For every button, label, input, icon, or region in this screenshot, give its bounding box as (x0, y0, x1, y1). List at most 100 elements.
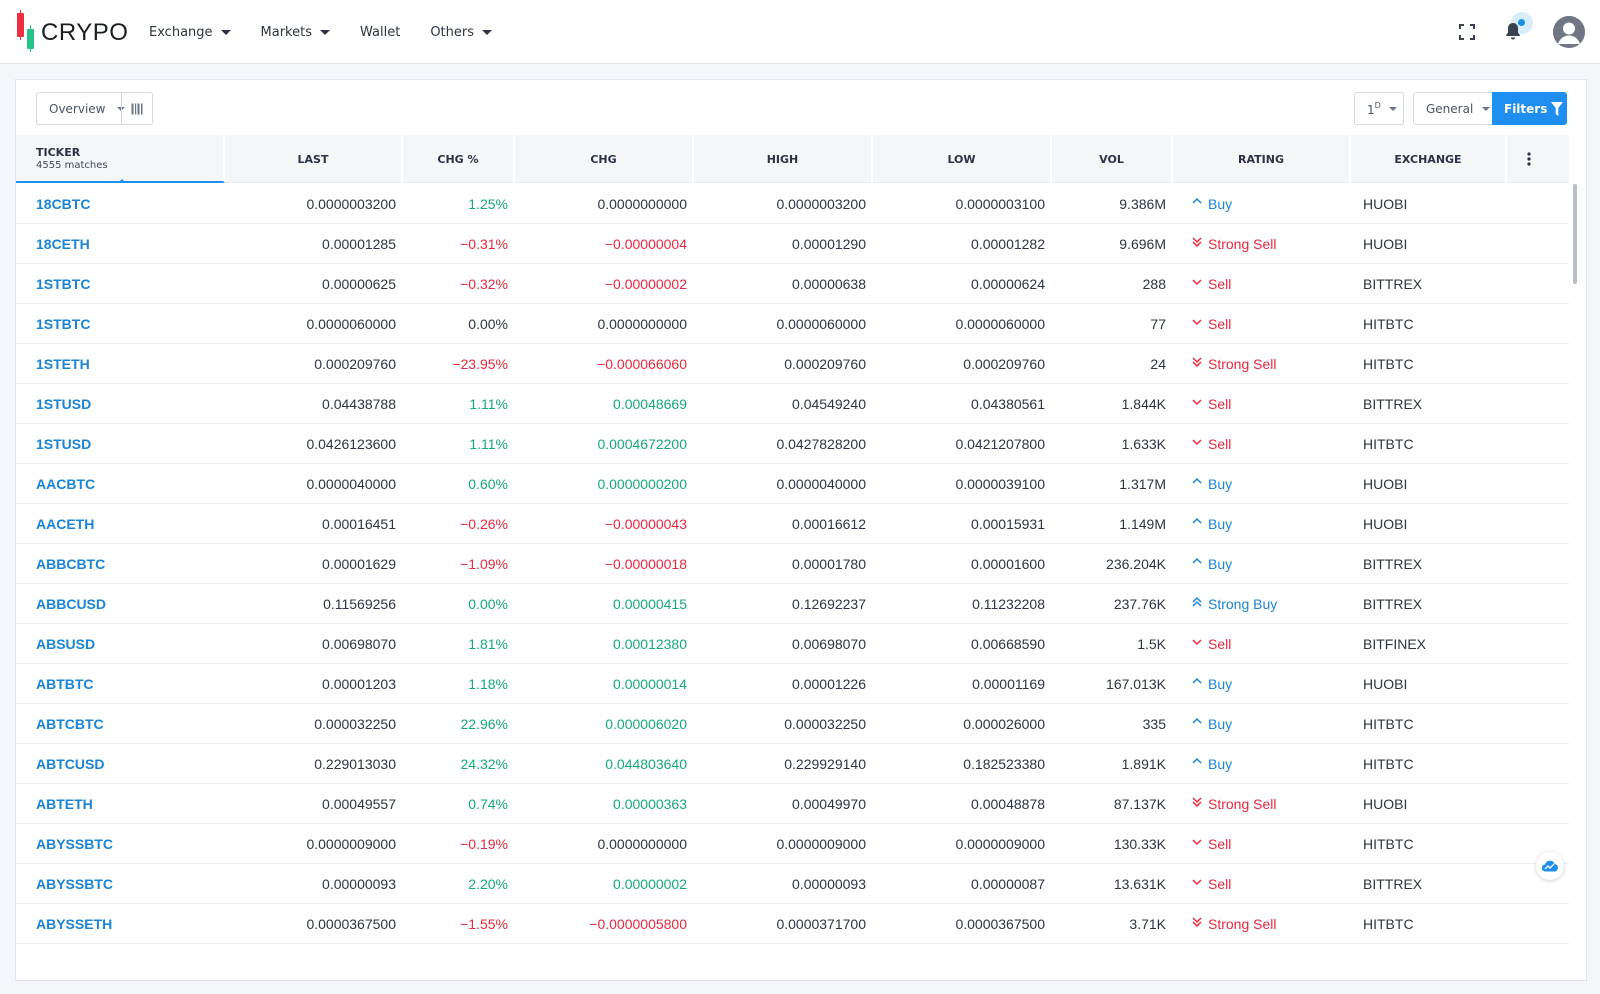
table-row[interactable]: ABYSSBTC 0.00000093 2.20% 0.00000002 0.00000… (16, 864, 1569, 904)
logo[interactable]: CRYPO (16, 10, 128, 52)
rating-label: Buy (1208, 515, 1233, 532)
filters-button[interactable]: Filters (1492, 92, 1567, 125)
cell-high: 0.00000638 (792, 275, 866, 292)
nav-wallet-label: Wallet (360, 24, 401, 40)
ticker-link[interactable]: ABBCBTC (16, 544, 227, 584)
chevron-up-icon (1191, 676, 1203, 691)
ticker-link[interactable]: 1STUSD (16, 424, 227, 464)
cell-last: 0.00001285 (322, 235, 396, 252)
column-header-exchange[interactable]: EXCHANGE (1351, 135, 1507, 183)
column-header-low[interactable]: LOW (873, 135, 1052, 183)
general-label: General (1426, 101, 1474, 116)
ticker-link[interactable]: 1STETH (16, 344, 227, 384)
cell-high: 0.00016612 (792, 515, 866, 532)
table-row[interactable]: 18CETH 0.00001285 −0.31% −0.00000004 0.00001… (16, 224, 1569, 264)
ticker-link[interactable]: ABTCBTC (16, 704, 227, 744)
cell-vol: 1.633K (1121, 435, 1166, 452)
table-row[interactable]: ABSUSD 0.00698070 1.81% 0.00012380 0.0069807… (16, 624, 1569, 664)
rating-label: Strong Buy (1208, 595, 1278, 612)
table-row[interactable]: ABBCBTC 0.00001629 −1.09% −0.00000018 0.0000… (16, 544, 1569, 584)
column-header-high[interactable]: HIGH (694, 135, 873, 183)
overview-dropdown[interactable]: Overview (36, 92, 125, 125)
table-row[interactable]: AACETH 0.00016451 −0.26% −0.00000043 0.00016… (16, 504, 1569, 544)
column-header-rating[interactable]: RATING (1173, 135, 1351, 183)
screener-card: Overview 1D General Filters TICKER 4555 … (15, 79, 1587, 981)
ticker-link[interactable]: 1STBTC (16, 304, 227, 344)
table-scrollbar[interactable] (1573, 184, 1577, 284)
column-header-chg-pct[interactable]: CHG % (403, 135, 515, 183)
cell-exchange: HITBTC (1363, 435, 1414, 452)
ticker-link[interactable]: ABYSSBTC (16, 824, 227, 864)
ticker-link[interactable]: 18CETH (16, 224, 227, 264)
cell-chg: 0.000006020 (605, 715, 687, 732)
nav-markets[interactable]: Markets (261, 25, 330, 40)
column-header-ticker[interactable]: TICKER 4555 matches (16, 135, 225, 183)
cell-vol: 288 (1142, 275, 1166, 292)
avatar[interactable] (1553, 16, 1585, 48)
table-row[interactable]: AACBTC 0.0000040000 0.60% 0.0000000200 0.000… (16, 464, 1569, 504)
cell-vol: 87.137K (1113, 795, 1166, 812)
table-row[interactable]: 1STUSD 0.04438788 1.11% 0.00048669 0.0454924… (16, 384, 1569, 424)
ticker-link[interactable]: 1STUSD (16, 384, 227, 424)
cloud-sync-button[interactable] (1536, 852, 1564, 880)
ticker-link[interactable]: ABSUSD (16, 624, 227, 664)
double-chevron-up-icon (1191, 596, 1203, 611)
cell-exchange: BITFINEX (1363, 635, 1427, 652)
period-dropdown[interactable]: 1D (1354, 92, 1404, 125)
chevron-down-icon (1191, 836, 1203, 851)
ticker-link[interactable]: AACBTC (16, 464, 227, 504)
filter-icon (1551, 101, 1564, 116)
table-row[interactable]: ABTETH 0.00049557 0.74% 0.00000363 0.0004997… (16, 784, 1569, 824)
table-row[interactable]: ABYSSBTC 0.0000009000 −0.19% 0.0000000000 0.… (16, 824, 1569, 864)
cell-chg-pct: 22.96% (460, 715, 508, 732)
nav-exchange[interactable]: Exchange (149, 25, 231, 40)
table-row[interactable]: 1STETH 0.000209760 −23.95% −0.000066060 0.00… (16, 344, 1569, 384)
table-row[interactable]: ABTBTC 0.00001203 1.18% 0.00000014 0.0000122… (16, 664, 1569, 704)
ticker-link[interactable]: 18CBTC (16, 184, 227, 224)
columns-button[interactable] (121, 92, 153, 125)
matches-count: 4555 matches (36, 160, 108, 171)
column-header-chg[interactable]: CHG (515, 135, 694, 183)
cell-last: 0.0000060000 (306, 315, 396, 332)
cell-exchange: HITBTC (1363, 835, 1414, 852)
chevron-down-icon (1191, 876, 1203, 891)
kebab-menu-icon (1527, 152, 1531, 166)
chevron-down-icon (1191, 396, 1203, 411)
table-row[interactable]: ABBCUSD 0.11569256 0.00% 0.00000415 0.126922… (16, 584, 1569, 624)
table-row[interactable]: 1STUSD 0.0426123600 1.11% 0.0004672200 0.042… (16, 424, 1569, 464)
ticker-link[interactable]: ABBCUSD (16, 584, 227, 624)
table-row[interactable]: ABTCBTC 0.000032250 22.96% 0.000006020 0.000… (16, 704, 1569, 744)
table-row[interactable]: ABYSSETH 0.0000367500 −1.55% −0.0000005800 0… (16, 904, 1569, 944)
cell-vol: 130.33K (1113, 835, 1166, 852)
nav-others[interactable]: Others (430, 25, 492, 40)
cell-chg-pct: −0.19% (460, 835, 508, 852)
notifications-button[interactable] (1503, 12, 1533, 46)
table-row[interactable]: ABTCUSD 0.229013030 24.32% 0.044803640 0.229… (16, 744, 1569, 784)
cell-last: 0.0000003200 (306, 195, 396, 212)
ticker-link[interactable]: ABYSSETH (16, 904, 227, 944)
column-menu-button[interactable] (1507, 135, 1551, 183)
table-row[interactable]: 1STBTC 0.00000625 −0.32% −0.00000002 0.00000… (16, 264, 1569, 304)
cell-high: 0.0000060000 (776, 315, 866, 332)
table-row[interactable]: 1STBTC 0.0000060000 0.00% 0.0000000000 0.000… (16, 304, 1569, 344)
ticker-link[interactable]: ABTETH (16, 784, 227, 824)
column-header-last[interactable]: LAST (225, 135, 403, 183)
cell-chg-pct: −0.31% (460, 235, 508, 252)
general-dropdown[interactable]: General (1413, 92, 1493, 125)
nav-wallet[interactable]: Wallet (360, 25, 400, 40)
fullscreen-icon[interactable] (1459, 24, 1475, 40)
candlestick-logo-icon (16, 10, 38, 52)
nav-others-label: Others (430, 24, 474, 40)
ticker-link[interactable]: ABYSSBTC (16, 864, 227, 904)
cell-low: 0.0000060000 (955, 315, 1045, 332)
cell-high: 0.0000040000 (776, 475, 866, 492)
table-row[interactable]: 18CBTC 0.0000003200 1.25% 0.0000000000 0.000… (16, 184, 1569, 224)
column-header-vol[interactable]: VOL (1052, 135, 1173, 183)
ticker-link[interactable]: AACETH (16, 504, 227, 544)
cell-last: 0.00001629 (322, 555, 396, 572)
cell-low: 0.00668590 (971, 635, 1045, 652)
ticker-link[interactable]: ABTBTC (16, 664, 227, 704)
ticker-link[interactable]: 1STBTC (16, 264, 227, 304)
ticker-link[interactable]: ABTCUSD (16, 744, 227, 784)
cell-exchange: HUOBI (1363, 235, 1408, 252)
